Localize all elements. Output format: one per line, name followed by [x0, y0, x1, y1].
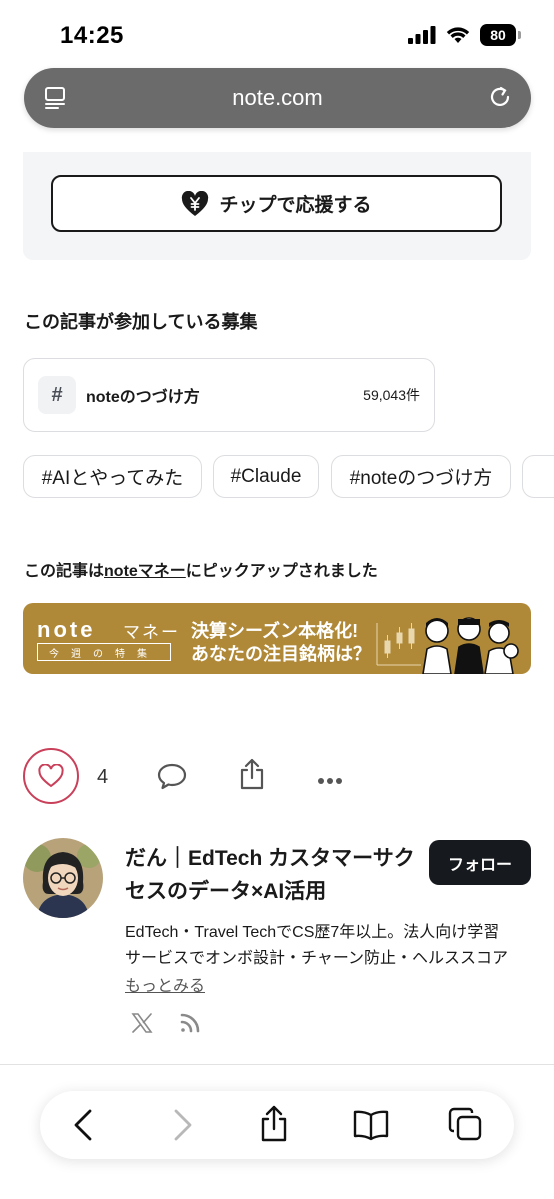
hashtag-chip-partial[interactable] [522, 455, 554, 498]
banner-weekly: 今週の特集 [37, 643, 171, 661]
status-bar: 14:25 80 [0, 0, 554, 66]
back-icon[interactable] [70, 1107, 98, 1148]
contest-heading: この記事が参加している募集 [24, 312, 258, 332]
divider [0, 1064, 554, 1065]
bookmarks-icon[interactable] [352, 1109, 390, 1146]
banner-logo: note [37, 617, 96, 642]
wifi-icon [446, 27, 470, 43]
hash-icon: # [38, 376, 76, 414]
pickup-link[interactable]: noteマネー [104, 563, 186, 580]
status-time: 14:25 [60, 22, 124, 49]
tip-button-label: チップで応援する [219, 195, 372, 216]
author-bio: EdTech・Travel TechでCS歴7年以上。法人向け学習 サービスでオ… [125, 920, 530, 972]
heart-yen-icon [182, 190, 209, 216]
avatar[interactable] [23, 838, 103, 918]
pickup-suffix: にピックアップされました [185, 563, 378, 580]
hashtag-list: #AIとやってみた #Claude #noteのつづけ方 [23, 455, 554, 499]
contest-card[interactable]: # noteのつづけ方 59,043件 [23, 358, 435, 432]
tip-section: チップで応援する [23, 152, 531, 260]
follow-button[interactable]: フォロー [429, 840, 531, 885]
url-text[interactable]: note.com [232, 85, 323, 111]
note-money-banner[interactable]: note マネー 今週の特集 決算シーズン本格化! あなたの注目銘柄は？ [23, 603, 531, 674]
like-button[interactable] [23, 748, 79, 804]
battery-level: 80 [490, 27, 506, 43]
more-icon[interactable] [317, 772, 343, 790]
status-icons: 80 [408, 24, 521, 46]
x-icon[interactable] [131, 1012, 153, 1039]
show-more-link[interactable]: もっとみる [125, 972, 205, 996]
share-icon[interactable] [238, 758, 266, 795]
comment-icon[interactable] [157, 762, 187, 795]
contest-count: 59,043件 [363, 387, 420, 403]
hashtag-chip[interactable]: #Claude [213, 455, 319, 498]
tabs-icon[interactable] [448, 1107, 484, 1148]
tip-button[interactable]: チップで応援する [51, 175, 502, 232]
social-links [131, 1012, 201, 1039]
bio-line-1: EdTech・Travel TechでCS歴7年以上。法人向け学習 [125, 924, 500, 941]
hashtag-chip[interactable]: #AIとやってみた [23, 455, 202, 498]
rss-icon[interactable] [179, 1012, 201, 1039]
battery-indicator: 80 [480, 24, 521, 46]
like-count: 4 [97, 766, 109, 788]
pickup-prefix: この記事は [24, 563, 105, 580]
banner-logo-sub: マネー [123, 623, 180, 642]
author-name[interactable]: だん｜EdTech カスタマーサクセスのデータ×AI活用 [125, 842, 415, 908]
banner-illustration [376, 617, 519, 674]
reload-icon[interactable] [487, 84, 513, 115]
share-icon[interactable] [258, 1105, 290, 1148]
address-bar[interactable]: note.com [24, 68, 531, 128]
heart-icon [38, 764, 64, 788]
pickup-notice: この記事はnoteマネーにピックアップされました [24, 557, 378, 581]
browser-toolbar [40, 1091, 514, 1159]
bio-line-2: サービスでオンボ設計・チャーン防止・ヘルススコア [125, 950, 509, 967]
contest-name: noteのつづけ方 [86, 389, 200, 406]
hashtag-chip[interactable]: #noteのつづけ方 [331, 455, 511, 498]
signal-icon [408, 26, 436, 44]
reader-icon[interactable] [44, 86, 68, 115]
forward-icon[interactable] [168, 1107, 196, 1148]
article-actions: 4 [23, 748, 533, 806]
banner-headline-2: あなたの注目銘柄は？ [191, 644, 371, 664]
